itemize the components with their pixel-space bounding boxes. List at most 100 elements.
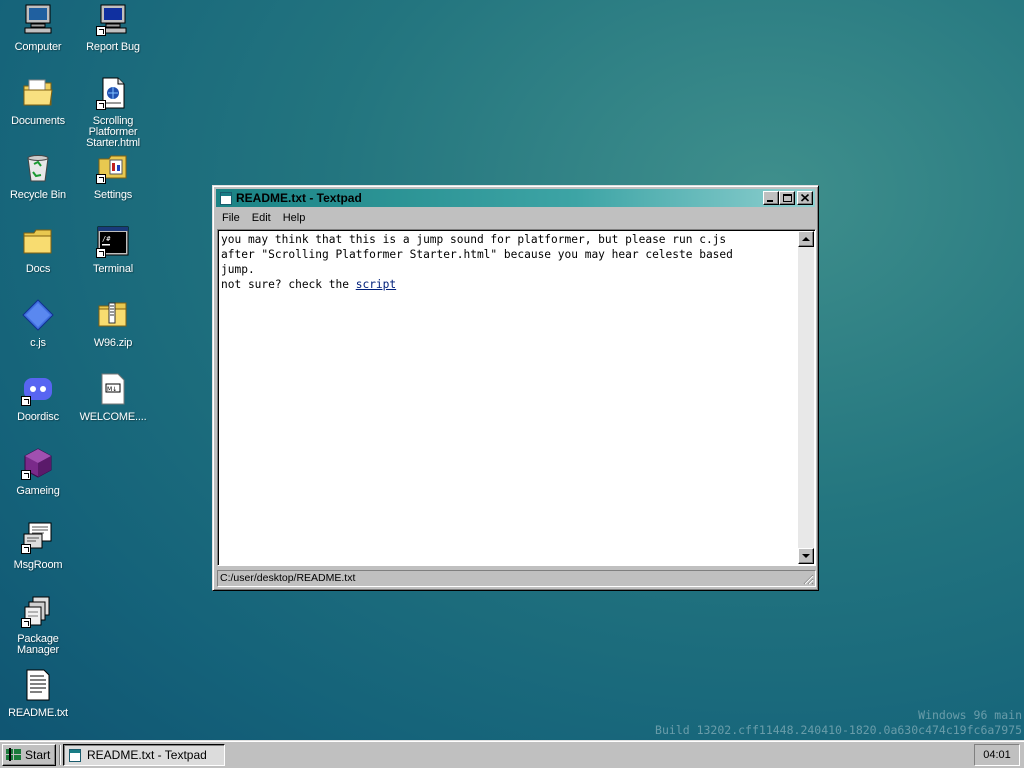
text-line: after "Scrolling Platformer Starter.html… [221,248,733,261]
scroll-up-button[interactable] [798,231,814,247]
report-bug-icon [96,2,130,36]
editor-content[interactable]: you may think that this is a jump sound … [220,232,795,563]
desktop-icon-label: WELCOME.... [79,411,147,423]
window-titlebar[interactable]: README.txt - Textpad [216,189,815,207]
desktop-icon-doordisc[interactable]: Doordisc [2,372,74,423]
shortcut-arrow-icon [96,100,106,110]
textpad-app-icon [69,748,81,762]
desktop-icon-welcome[interactable]: M↓ WELCOME.... [77,372,149,423]
vertical-scrollbar[interactable] [798,231,814,564]
desktop-icon-label: Doordisc [17,411,59,423]
desktop-icon-readme[interactable]: README.txt [2,668,74,719]
desktop-icon-label: MsgRoom [13,559,63,571]
desktop-icon-terminal[interactable]: /# Terminal [77,224,149,275]
start-label: Start [25,748,51,762]
shortcut-arrow-icon [96,26,106,36]
desktop-icon-gameing[interactable]: Gameing [2,446,74,497]
desktop-icon-documents[interactable]: Documents [2,76,74,127]
package-manager-icon [21,594,55,628]
arrow-down-icon [802,554,810,558]
html-file-icon [96,76,130,110]
clock: 04:01 [983,749,1011,761]
taskbar-item-label: README.txt - Textpad [87,748,207,762]
desktop-icon-docs[interactable]: Docs [2,224,74,275]
close-icon [801,194,810,202]
taskbar: Start README.txt - Textpad 04:01 [0,740,1024,768]
arrow-up-icon [802,237,810,241]
textpad-window[interactable]: README.txt - Textpad File Edit Help you … [212,185,819,591]
desktop-icon-recycle-bin[interactable]: Recycle Bin [2,150,74,201]
msgroom-icon [21,520,55,554]
settings-icon [96,150,130,184]
menubar: File Edit Help [216,209,311,227]
menu-help[interactable]: Help [277,212,312,224]
start-button[interactable]: Start [2,744,56,766]
desktop-icon-report-bug[interactable]: Report Bug [77,2,149,53]
desktop-icon-label: Scrolling Platformer Starter.html [86,115,140,149]
desktop-icon-label: Report Bug [86,41,140,53]
svg-text:/#: /# [102,235,111,243]
minimize-icon [767,200,773,202]
desktop-icon-label: Terminal [93,263,133,275]
menu-file[interactable]: File [216,212,246,224]
textpad-app-icon [220,191,232,205]
desktop-icon-label: Recycle Bin [10,189,66,201]
shortcut-arrow-icon [21,544,31,554]
text-line: not sure? check the [221,278,356,291]
zip-folder-icon [96,298,130,332]
text-editor[interactable]: you may think that this is a jump sound … [217,229,816,566]
desktop-icon-label: c.js [30,337,46,349]
taskbar-item-textpad[interactable]: README.txt - Textpad [63,744,225,766]
desktop-icon-label: Settings [93,189,133,201]
text-line: jump. [221,263,255,276]
gameing-cube-icon [21,446,55,480]
desktop-icon-label: Docs [25,263,51,275]
doordisc-icon [21,372,55,406]
desktop-icon-msgroom[interactable]: MsgRoom [2,520,74,571]
desktop-icon-label: W96.zip [93,337,133,349]
svg-text:M↓: M↓ [107,386,117,393]
markdown-file-icon: M↓ [96,372,130,406]
shortcut-arrow-icon [96,174,106,184]
desktop-icon-computer[interactable]: Computer [2,2,74,53]
desktop-icon-label: Package Manager [16,633,59,656]
desktop-icon-scrolling-platformer[interactable]: Scrolling Platformer Starter.html [77,76,149,149]
watermark-line: Build 13202.cff11448.240410-1820.0a630c4… [655,723,1022,737]
text-line: you may think that this is a jump sound … [221,233,727,246]
documents-folder-icon [21,76,55,110]
file-path: C:/user/desktop/README.txt [220,572,356,584]
shortcut-arrow-icon [21,618,31,628]
system-tray-clock[interactable]: 04:01 [974,744,1020,766]
resize-grip-icon[interactable] [802,573,814,585]
shortcut-arrow-icon [96,248,106,258]
text-file-icon [21,668,55,702]
desktop-icon-package-manager[interactable]: Package Manager [2,594,74,656]
script-link[interactable]: script [356,278,396,291]
desktop-icon-label: README.txt [8,707,68,719]
window-controls [763,191,813,205]
close-button[interactable] [797,191,813,205]
computer-icon [21,2,55,36]
status-bar: C:/user/desktop/README.txt [217,570,816,587]
taskbar-separator [59,745,61,765]
recycle-bin-icon [21,150,55,184]
desktop-icon-settings[interactable]: Settings [77,150,149,201]
start-logo-icon [6,748,21,761]
shortcut-arrow-icon [21,396,31,406]
desktop-icon-label: Computer [14,41,62,53]
terminal-icon: /# [96,224,130,258]
scroll-down-button[interactable] [798,548,814,564]
desktop-icon-label: Gameing [16,485,60,497]
desktop-icon-cjs[interactable]: c.js [2,298,74,349]
shortcut-arrow-icon [21,470,31,480]
minimize-button[interactable] [763,191,779,205]
maximize-icon [783,194,792,202]
desktop-icon-label: Documents [11,115,65,127]
desktop-icon-w96zip[interactable]: W96.zip [77,298,149,349]
window-title: README.txt - Textpad [236,191,362,205]
build-watermark: Windows 96 main Build 13202.cff11448.240… [655,708,1022,738]
menu-edit[interactable]: Edit [246,212,277,224]
folder-icon [21,224,55,258]
maximize-button[interactable] [779,191,795,205]
watermark-line: Windows 96 main [918,708,1022,722]
